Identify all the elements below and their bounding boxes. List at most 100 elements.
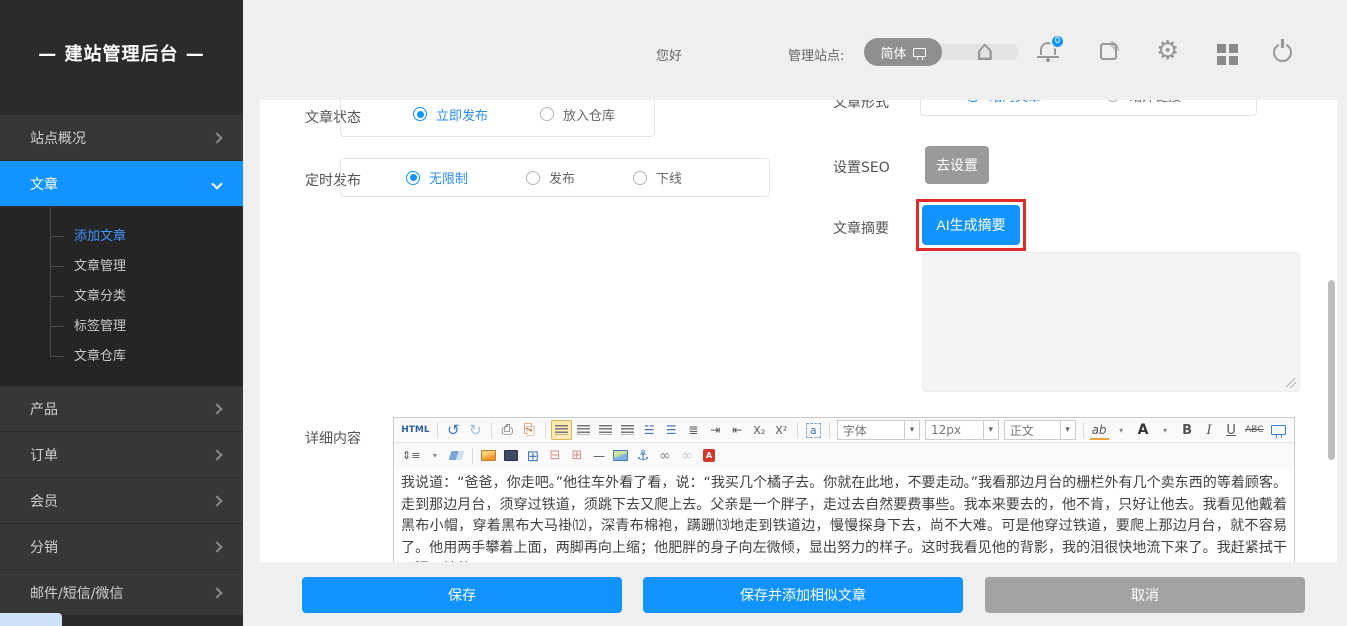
sidebar-item-members[interactable]: 会员	[0, 478, 243, 524]
format-eraser-icon[interactable]	[446, 446, 467, 466]
tree-branch	[50, 327, 64, 357]
ordered-list-icon[interactable]: ☱	[639, 420, 660, 440]
line-height-icon[interactable]: ⇕≡	[399, 446, 423, 466]
radio-unselected-icon	[526, 171, 540, 185]
align-left-icon[interactable]	[551, 420, 572, 440]
chevron-down-icon[interactable]: ▾	[424, 446, 445, 466]
radio-option-external-link[interactable]: 站外链接	[1106, 100, 1181, 105]
link-icon[interactable]: ∞	[654, 446, 675, 466]
radio-option-to-warehouse[interactable]: 放入仓库	[540, 105, 615, 124]
power-logout-icon[interactable]	[1273, 43, 1292, 62]
font-size-select[interactable]: 12px ▾	[925, 420, 999, 440]
sidebar-item-orders[interactable]: 订单	[0, 432, 243, 478]
detail-content-label: 详细内容	[305, 428, 361, 448]
outdent-icon[interactable]: ⇤	[727, 420, 748, 440]
save-and-add-similar-button[interactable]: 保存并添加相似文章	[643, 577, 963, 613]
radio-option-publish-now[interactable]: 立即发布	[413, 105, 488, 124]
cancel-button[interactable]: 取消	[985, 577, 1305, 613]
radio-unselected-icon	[540, 107, 554, 121]
chevron-down-icon[interactable]: ▾	[1155, 420, 1176, 440]
save-button[interactable]: 保存	[302, 577, 622, 613]
notification-badge: 0	[1050, 34, 1065, 49]
home-icon[interactable]: ⌂	[976, 38, 994, 64]
fullscreen-monitor-icon[interactable]	[1268, 420, 1289, 440]
article-form-label: 文章形式	[833, 100, 889, 112]
attach-pdf-icon[interactable]: A	[698, 446, 719, 466]
notifications-bell-icon[interactable]: 0	[1040, 42, 1056, 55]
vertical-scrollbar-thumb[interactable]	[1328, 280, 1335, 460]
image-gallery-icon[interactable]	[610, 446, 631, 466]
tree-branch	[50, 267, 64, 297]
unlink-icon[interactable]: ∞	[676, 446, 697, 466]
submenu-item-article-category[interactable]: 文章分类	[0, 282, 243, 312]
indent-icon[interactable]: ⇥	[705, 420, 726, 440]
radio-option-no-limit[interactable]: 无限制	[406, 168, 468, 187]
insert-video-icon[interactable]	[500, 446, 521, 466]
textarea-resize-grip[interactable]	[1286, 378, 1296, 388]
submenu-item-tag-manage[interactable]: 标签管理	[0, 312, 243, 342]
compose-icon[interactable]: ✎	[1100, 43, 1117, 60]
language-switch-button[interactable]: 简体	[864, 38, 942, 66]
select-all-icon[interactable]: a	[803, 420, 824, 440]
superscript-icon[interactable]: X²	[771, 420, 792, 440]
insert-image-icon[interactable]	[478, 446, 499, 466]
sidebar-item-distribution[interactable]: 分销	[0, 524, 243, 570]
subscript-icon[interactable]: X₂	[749, 420, 770, 440]
sidebar-item-mail-sms-wechat[interactable]: 邮件/短信/微信	[0, 570, 243, 616]
browser-status-bubble	[0, 613, 62, 626]
settings-gear-icon[interactable]: ⚙	[1156, 36, 1179, 66]
chevron-down-icon	[211, 178, 222, 189]
rich-text-editor: HTML ↺ ↻ ⎙ ⎘ ☱ ☰ ≣ ⇥ ⇤ X₂ X² a	[393, 417, 1295, 562]
align-right-icon[interactable]	[595, 420, 616, 440]
chevron-right-icon	[211, 449, 222, 460]
summary-label: 文章摘要	[833, 218, 889, 238]
bold-icon[interactable]: B	[1177, 420, 1198, 440]
chevron-right-icon	[211, 132, 222, 143]
article-status-radio-group: 立即发布 放入仓库	[340, 100, 655, 137]
html-source-button[interactable]: HTML	[399, 420, 432, 440]
editor-content-area[interactable]: 我说道：“爸爸，你走吧。”他往车外看了看，说：“我买几个橘子去。你就在此地，不要…	[394, 468, 1294, 562]
chevron-down-icon[interactable]: ▾	[1111, 420, 1132, 440]
redo-icon[interactable]: ↻	[465, 420, 486, 440]
strikethrough-icon[interactable]: ABC	[1243, 420, 1266, 440]
print-icon[interactable]: ⎙	[497, 420, 518, 440]
sidebar-item-products[interactable]: 产品	[0, 386, 243, 432]
font-color-icon[interactable]: A	[1133, 420, 1154, 440]
auto-typeset-icon[interactable]: ≣	[683, 420, 704, 440]
content-card: 文章形式 站内文章 站外链接 文章状态 立即发布 放入仓库 定时发布	[260, 100, 1337, 562]
align-justify-icon[interactable]	[617, 420, 638, 440]
radio-option-publish[interactable]: 发布	[526, 168, 575, 187]
insert-row-icon[interactable]: ⊟	[544, 446, 565, 466]
red-annotation-rectangle	[916, 199, 1026, 251]
radio-option-offline[interactable]: 下线	[633, 168, 682, 187]
align-center-icon[interactable]	[573, 420, 594, 440]
paste-text-icon[interactable]: ⎘	[519, 420, 540, 440]
insert-column-icon[interactable]: ⊞	[566, 446, 587, 466]
sidebar-item-articles[interactable]: 文章	[0, 161, 243, 207]
submenu-item-article-manage[interactable]: 文章管理	[0, 252, 243, 282]
timed-publish-radio-group: 无限制 发布 下线	[340, 158, 770, 197]
radio-selected-icon	[406, 171, 420, 185]
seo-label: 设置SEO	[833, 157, 890, 177]
radio-unselected-icon	[633, 171, 647, 185]
radio-option-internal-article[interactable]: 站内文章	[966, 100, 1041, 105]
paragraph-format-select[interactable]: 正文 ▾	[1004, 420, 1076, 440]
radio-selected-icon	[966, 100, 980, 102]
underline-icon[interactable]: U	[1221, 420, 1242, 440]
summary-textarea[interactable]	[922, 252, 1300, 392]
sidebar-item-site-overview[interactable]: 站点概况	[0, 115, 243, 161]
tree-branch	[50, 297, 64, 327]
insert-table-icon[interactable]: ⊞	[522, 446, 543, 466]
apps-grid-icon[interactable]	[1217, 44, 1226, 53]
anchor-icon[interactable]: ⚓	[632, 446, 653, 466]
highlight-color-icon[interactable]: ab	[1089, 420, 1110, 440]
submenu-item-article-warehouse[interactable]: 文章仓库	[0, 342, 243, 372]
horizontal-rule-icon[interactable]: —	[588, 446, 609, 466]
manage-site-label: 管理站点:	[788, 45, 844, 64]
unordered-list-icon[interactable]: ☰	[661, 420, 682, 440]
font-family-select[interactable]: 字体 ▾	[837, 420, 920, 440]
italic-icon[interactable]: I	[1199, 420, 1220, 440]
undo-icon[interactable]: ↺	[443, 420, 464, 440]
seo-setup-button[interactable]: 去设置	[925, 146, 989, 184]
submenu-item-add-article[interactable]: 添加文章	[0, 222, 243, 252]
